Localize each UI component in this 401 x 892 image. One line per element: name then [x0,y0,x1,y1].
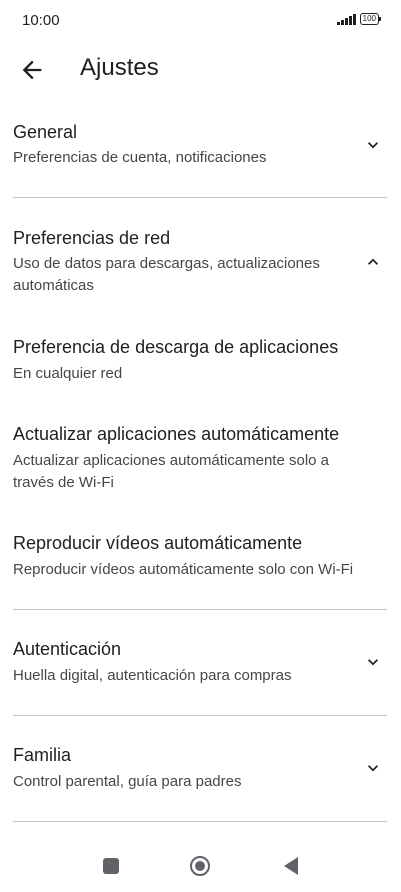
divider [13,197,387,198]
setting-title: Preferencia de descarga de aplicaciones [13,337,339,357]
chevron-down-icon[interactable] [363,758,383,778]
section-subtitle: Preferencias de cuenta, notificaciones [13,149,267,166]
status-icons: 100 [336,13,382,25]
setting-auto-update[interactable]: Actualizar aplicaciones automáticamente … [0,413,401,503]
setting-autoplay-video[interactable]: Reproducir vídeos automáticamente Reprod… [0,522,401,592]
status-bar: 10:00 100 [0,0,401,44]
section-title: General [13,122,78,142]
section-network[interactable]: Preferencias de red Uso de datos para de… [0,216,401,306]
setting-title: Actualizar aplicaciones automáticamente [13,424,340,444]
setting-title: Reproducir vídeos automáticamente [13,533,303,553]
section-title: Familia [13,745,72,765]
setting-value: En cualquier red [13,365,123,382]
divider [13,715,387,716]
signal-icon [336,13,356,25]
app-bar: Ajustes [0,44,401,100]
section-general[interactable]: General Preferencias de cuenta, notifica… [0,110,401,198]
back-triangle-icon[interactable] [283,856,299,876]
home-circle-icon[interactable] [189,855,211,877]
setting-download-preference[interactable]: Preferencia de descarga de aplicaciones … [0,326,401,396]
chevron-up-icon[interactable] [363,252,383,272]
setting-value: Actualizar aplicaciones automáticamente … [13,452,330,491]
divider [13,821,387,822]
section-title: Preferencias de red [13,228,171,248]
system-nav-bar [0,845,401,892]
status-time: 10:00 [22,12,60,29]
section-subtitle: Huella digital, autenticación para compr… [13,667,292,684]
chevron-down-icon[interactable] [363,135,383,155]
chevron-down-icon[interactable] [363,652,383,672]
section-subtitle: Control parental, guía para padres [13,773,242,790]
page-title: Ajustes [80,54,159,81]
battery-icon: 100 [359,13,382,25]
setting-value: Reproducir vídeos automáticamente solo c… [13,561,354,578]
arrow-back-icon[interactable] [18,56,46,84]
section-title: Autenticación [13,639,122,659]
divider [13,609,387,610]
section-family[interactable]: Familia Control parental, guía para padr… [0,734,401,819]
recents-square-icon[interactable] [103,858,119,874]
section-authentication[interactable]: Autenticación Huella digital, autenticac… [0,628,401,713]
section-subtitle: Uso de datos para descargas, actualizaci… [13,255,320,294]
